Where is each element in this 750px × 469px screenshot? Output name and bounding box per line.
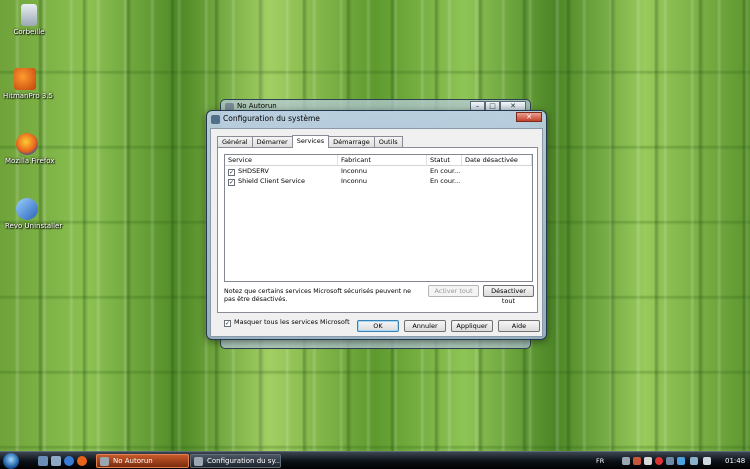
dialog-titlebar[interactable]: Configuration du système ✕ — [207, 111, 546, 127]
services-list-header: Service Fabricant Statut Date désactivée — [225, 155, 532, 166]
msconfig-task-icon — [194, 457, 203, 466]
show-desktop-icon[interactable] — [38, 456, 48, 466]
desktop-icon-label: Revo Uninstaller — [5, 222, 63, 230]
ok-button[interactable]: OK — [357, 320, 399, 332]
dialog-controls: ✕ — [516, 112, 542, 122]
table-row[interactable]: ✓ SHDSERV Inconnu En cour... — [225, 166, 532, 176]
recycle-bin-icon — [21, 4, 37, 26]
volume-icon[interactable] — [703, 457, 711, 465]
statut-cell: En cour... — [430, 167, 461, 175]
services-list[interactable]: Service Fabricant Statut Date désactivée… — [224, 154, 533, 282]
table-row[interactable]: ✓ Shield Client Service Inconnu En cour..… — [225, 176, 532, 186]
enable-all-button[interactable]: Activer tout — [428, 285, 479, 297]
taskbar-item-system-configuration[interactable]: Configuration du sy... — [190, 454, 281, 468]
taskbar-item-label: Configuration du sy... — [207, 457, 281, 465]
switch-windows-icon[interactable] — [51, 456, 61, 466]
clock[interactable]: 01:48 — [725, 455, 745, 467]
internet-explorer-icon[interactable] — [64, 456, 74, 466]
column-header-service[interactable]: Service — [225, 155, 338, 165]
date-cell — [462, 176, 532, 186]
firefox-icon — [16, 133, 38, 155]
desktop-icon-hitmanpro[interactable]: HitmanPro 3.5 — [3, 68, 53, 100]
disable-all-button[interactable]: Désactiver tout — [483, 285, 534, 305]
taskbar-item-no-autorun[interactable]: No Autorun — [96, 454, 189, 468]
services-panel: Service Fabricant Statut Date désactivée… — [217, 147, 538, 327]
desktop-icon-label: Corbeille — [13, 28, 45, 36]
dialog-close-button[interactable]: ✕ — [516, 112, 542, 122]
no-autorun-task-icon — [100, 457, 109, 466]
tray-icon[interactable] — [633, 457, 641, 465]
desktop-icon-revo-uninstaller[interactable]: Revo Uninstaller — [5, 198, 63, 230]
fabricant-cell: Inconnu — [341, 177, 367, 185]
cancel-button[interactable]: Annuler — [404, 320, 446, 332]
help-button[interactable]: Aide — [498, 320, 540, 332]
language-indicator[interactable]: FR — [596, 455, 604, 467]
tray-icon[interactable] — [644, 457, 652, 465]
tab-services[interactable]: Services — [291, 135, 330, 148]
tray-icon[interactable] — [677, 457, 685, 465]
desktop-icon-label: Mozilla Firefox — [5, 157, 55, 165]
no-autorun-title: No Autorun — [237, 102, 277, 110]
column-header-statut[interactable]: Statut — [427, 155, 462, 165]
hide-microsoft-checkbox[interactable]: ✓ — [224, 320, 231, 327]
desktop-background: Corbeille HitmanPro 3.5 Mozilla Firefox … — [0, 0, 750, 451]
dialog-client-area: Général Démarrer Services Démarrage Outi… — [210, 128, 543, 337]
msconfig-app-icon — [211, 115, 220, 124]
fabricant-cell: Inconnu — [341, 167, 367, 175]
column-header-fabricant[interactable]: Fabricant — [338, 155, 427, 165]
service-checkbox[interactable]: ✓ — [228, 179, 235, 186]
start-button[interactable] — [3, 453, 19, 469]
service-name: SHDSERV — [238, 167, 269, 175]
hide-microsoft-label: Masquer tous les services Microsoft — [234, 318, 350, 326]
tray-icon[interactable] — [622, 457, 630, 465]
date-cell — [462, 166, 532, 176]
hitmanpro-icon — [14, 68, 36, 90]
desktop-icon-label: HitmanPro 3.5 — [3, 92, 53, 100]
apply-button[interactable]: Appliquer — [451, 320, 493, 332]
desktop-icon-firefox[interactable]: Mozilla Firefox — [5, 133, 55, 165]
dialog-title: Configuration du système — [223, 114, 320, 123]
microsoft-services-note: Notez que certains services Microsoft sé… — [224, 288, 412, 303]
desktop-icon-recycle-bin[interactable]: Corbeille — [7, 4, 51, 36]
service-cell: ✓ SHDSERV — [225, 166, 338, 176]
firefox-quicklaunch-icon[interactable] — [77, 456, 87, 466]
service-cell: ✓ Shield Client Service — [225, 176, 338, 186]
taskbar: No Autorun Configuration du sy... FR 01:… — [0, 451, 750, 469]
service-name: Shield Client Service — [238, 177, 305, 185]
hide-microsoft-services[interactable]: ✓ Masquer tous les services Microsoft — [224, 318, 350, 327]
revo-uninstaller-icon — [16, 198, 38, 220]
security-tray-icon[interactable] — [655, 457, 663, 465]
network-icon[interactable] — [690, 457, 698, 465]
service-checkbox[interactable]: ✓ — [228, 169, 235, 176]
tray-icon[interactable] — [666, 457, 674, 465]
taskbar-item-label: No Autorun — [113, 457, 153, 465]
column-header-date[interactable]: Date désactivée — [462, 155, 532, 165]
statut-cell: En cour... — [430, 177, 461, 185]
system-configuration-dialog[interactable]: Configuration du système ✕ Général Démar… — [206, 110, 547, 340]
